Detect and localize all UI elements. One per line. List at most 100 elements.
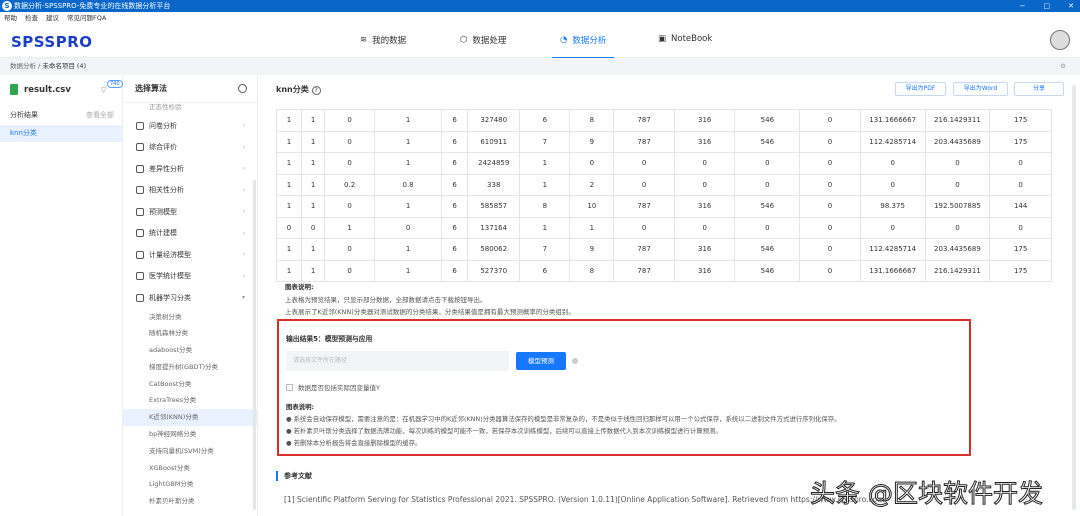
algo-sub-item[interactable]: 朴素贝叶斯分类 [123,493,257,510]
algo-category[interactable]: 差异性分析 › [123,158,257,180]
tab-data-processing[interactable]: ⬡ 数据处理 [460,34,506,46]
avatar[interactable] [1050,30,1070,50]
info-icon[interactable] [572,358,578,364]
checkbox-icon[interactable] [286,383,293,391]
algo-sub-item[interactable]: CatBoost分类 [123,376,257,393]
algo-sub-item[interactable]: 支持向量机(SVM)分类 [123,443,257,460]
section-title: 输出结果5：模型预测与应用 [286,335,373,343]
scrollbar[interactable] [253,180,256,510]
chevron-right-icon: › [242,251,245,259]
table-cell: 216.1429311 [924,109,991,132]
category-icon [136,293,144,302]
table-row: 1 1 0 1 6 585857 8 10 787 316 546 0 98.375 192.500788… [275,195,1052,218]
table-cell: 1 [374,195,442,218]
table-cell: 316 [673,130,736,153]
algo-category[interactable]: 问卷分析 › [123,115,257,137]
menu-check[interactable]: 检查 [25,12,38,24]
algo-category[interactable]: 预测模型 › [123,201,257,223]
left-panel: result.csv ▽ 740 分析结果 查看全部 knn分类 [0,75,123,516]
tab-data-analysis[interactable]: ◔ 数据分析 [551,34,615,59]
table-cell: 1 [275,195,303,218]
breadcrumb-current: 未命名项目 (4) [42,62,87,70]
brand-logo[interactable]: SPSSPRO [11,33,93,51]
table-cell: 6 [440,173,469,196]
tab-notebook[interactable]: ▣ NoteBook [658,34,712,44]
table-cell: 0 [673,216,736,239]
settings-icon[interactable]: ⚙ [1060,58,1066,75]
table-row: 1 1 0 1 6 327480 6 8 787 316 546 0 131.1666667 216.14… [275,109,1052,132]
main-scrollbar[interactable] [1072,85,1076,510]
table-cell: 1 [301,109,326,132]
table-cell: 787 [613,238,675,261]
share-button[interactable]: 分享 [1014,82,1064,96]
table-cell: 0 [301,216,326,239]
table-cell: 0 [859,152,926,175]
table-row: 1 1 0.2 0.8 6 338 1 2 0 0 0 0 0 0 0 [275,173,1052,196]
algo-category[interactable]: 相关性分析 › [123,180,257,202]
predict-button[interactable]: 模型预测 [516,352,566,370]
algo-sub-partial[interactable]: 正态性检验 [123,103,257,115]
table-cell: 1 [275,130,303,153]
algo-sub-item[interactable]: LightGBM分类 [123,476,257,493]
table-cell: 112.4285714 [859,130,926,153]
table-cell: 1 [301,152,326,175]
table-row: 1 1 0 1 6 610911 7 9 787 316 546 0 112.4285714 203.44… [275,130,1052,153]
algo-category[interactable]: 统计建模 › [123,223,257,245]
table-cell: 6 [519,109,571,132]
menu-help[interactable]: 帮助 [4,12,17,24]
table-cell: 316 [673,109,736,132]
filter-icon[interactable]: ▽ [101,86,106,94]
table-cell: 203.4435689 [924,238,991,261]
search-icon[interactable] [238,84,247,93]
close-button[interactable]: ✕ [1068,0,1074,12]
table-cell: 6 [519,259,571,282]
algo-sub-item[interactable]: 决策树分类 [123,309,257,326]
file-path-input[interactable]: 请选择文件所在路径 [286,351,509,371]
table-cell: 546 [734,238,801,261]
table-cell: 327480 [467,109,521,132]
export-word-button[interactable]: 导出为Word [953,82,1008,96]
algo-category[interactable]: 综合评价 › [123,137,257,159]
table-cell: 9 [569,238,615,261]
algo-sub-item[interactable]: bp神经网络分类 [123,426,257,443]
algo-sub-item[interactable]: 梯度提升树(GBDT)分类 [123,359,257,376]
result-item-knn[interactable]: knn分类 [0,125,123,142]
header: SPSSPRO ≋ 我的数据 ⬡ 数据处理 ◔ 数据分析 ▣ NoteBook [0,24,1080,59]
table-cell: 338 [467,173,521,196]
view-all-link[interactable]: 查看全部 [86,110,114,120]
chevron-right-icon: › [242,186,245,194]
algo-category[interactable]: 机器学习分类 ▾ [123,287,257,309]
algo-sub-item[interactable]: adaboost分类 [123,342,257,359]
table-cell: 137164 [467,216,521,239]
table-cell: 1 [519,216,571,239]
table-cell: 6 [440,238,469,261]
menu-faq[interactable]: 常见问题FQA [67,12,106,24]
file-name[interactable]: result.csv [10,84,71,95]
include-y-checkbox[interactable]: 数据是否包括实际因变量值Y [286,382,380,392]
table-cell: 0 [673,173,736,196]
algo-sub-item[interactable]: XGBoost分类 [123,460,257,477]
export-pdf-button[interactable]: 导出为PDF [895,82,946,96]
table-cell: 0 [989,173,1052,196]
table-cell: 1 [569,216,615,239]
algo-sub-item[interactable]: ExtraTrees分类 [123,392,257,409]
table-row: 1 1 0 1 6 2424859 1 0 0 0 0 0 0 0 0 [275,152,1052,175]
pie-icon: ◔ [560,35,568,45]
help-icon[interactable]: ? [311,86,321,95]
algo-category[interactable]: 计量经济模型 › [123,244,257,266]
breadcrumb-root[interactable]: 数据分析 [10,62,36,70]
menu-suggest[interactable]: 建议 [46,12,59,24]
minimize-button[interactable]: − [1020,0,1026,12]
algo-category[interactable]: 医学统计模型 › [123,266,257,288]
tab-my-data[interactable]: ≋ 我的数据 [360,34,406,46]
table-cell: 1 [374,238,442,261]
table-cell: 1 [519,152,571,175]
csv-file-icon [10,84,18,95]
table-cell: 6 [440,259,469,282]
table-cell: 144 [989,195,1052,218]
maximize-button[interactable]: □ [1044,0,1051,12]
algo-sub-item[interactable]: 随机森林分类 [123,325,257,342]
prediction-section: 输出结果5：模型预测与应用 请选择文件所在路径 模型预测 数据是否包括实际因变量… [277,319,971,456]
chevron-right-icon: › [242,143,245,151]
algo-sub-item[interactable]: K近邻(KNN)分类 [123,409,257,427]
